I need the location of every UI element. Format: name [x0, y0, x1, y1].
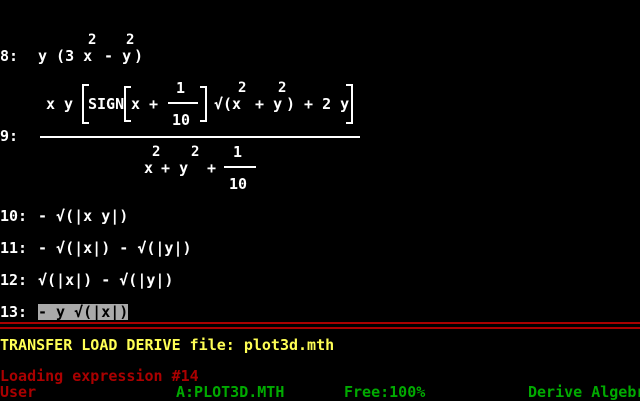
numerator-tail: ) + 2 y [286, 95, 350, 113]
expression-8-mid: - y [95, 47, 132, 65]
expression-8-base: y (3 x [38, 47, 93, 65]
expression-13-highlighted[interactable]: - y √(|x|) [38, 304, 129, 320]
denominator-exponent-2: 2 [191, 144, 200, 160]
expression-12-label: 12: [0, 271, 28, 289]
command-menu-line[interactable]: TRANSFER LOAD DERIVE file: plot3d.mth [0, 337, 334, 353]
inner-left-bracket [124, 86, 131, 122]
denominator-fraction-denominator: 10 [229, 175, 248, 193]
sqrt-open: √(x [214, 95, 242, 113]
window-separator-bottom [0, 327, 640, 329]
denominator-fraction-bar [224, 166, 256, 168]
numerator-plus-y: + y [246, 95, 283, 113]
expression-8-exponent-2: 2 [126, 32, 135, 48]
status-mode: User [0, 383, 37, 401]
expression-10-text: - √(|x y|) [38, 207, 129, 225]
numerator-xy: x y [46, 95, 83, 113]
expression-9-label: 9: [0, 127, 19, 145]
expression-11-text: - √(|x|) - √(|y|) [38, 239, 192, 257]
inner-right-bracket [200, 86, 207, 122]
numerator-exponent-1: 2 [238, 80, 247, 96]
expression-12-text: √(|x|) - √(|y|) [38, 271, 174, 289]
inner-fraction-bar [168, 102, 198, 104]
denominator-fraction-numerator: 1 [233, 143, 243, 161]
message-line: Loading expression #14 [0, 367, 199, 385]
status-app-name: Derive Algebra [528, 383, 640, 401]
inner-fraction-numerator: 1 [176, 79, 186, 97]
status-free-memory: Free:100% [344, 383, 426, 401]
denominator-plus-y: + y [152, 159, 189, 177]
expression-13-label: 13: [0, 303, 28, 321]
expression-11-label: 11: [0, 239, 28, 257]
expression-10-label: 10: [0, 207, 28, 225]
denominator-plus: + [198, 159, 226, 177]
numerator-exponent-2: 2 [278, 80, 287, 96]
main-fraction-bar [40, 136, 360, 138]
denominator-exponent-1: 2 [152, 144, 161, 160]
expression-8-label: 8: [0, 47, 19, 65]
expression-8-close: ) [134, 47, 144, 65]
x-plus: x + [131, 95, 168, 113]
inner-fraction-denominator: 10 [172, 111, 191, 129]
window-separator-top [0, 322, 640, 324]
big-right-bracket [346, 84, 353, 124]
expression-8-exponent-1: 2 [88, 32, 97, 48]
status-file: A:PLOT3D.MTH [176, 383, 285, 401]
